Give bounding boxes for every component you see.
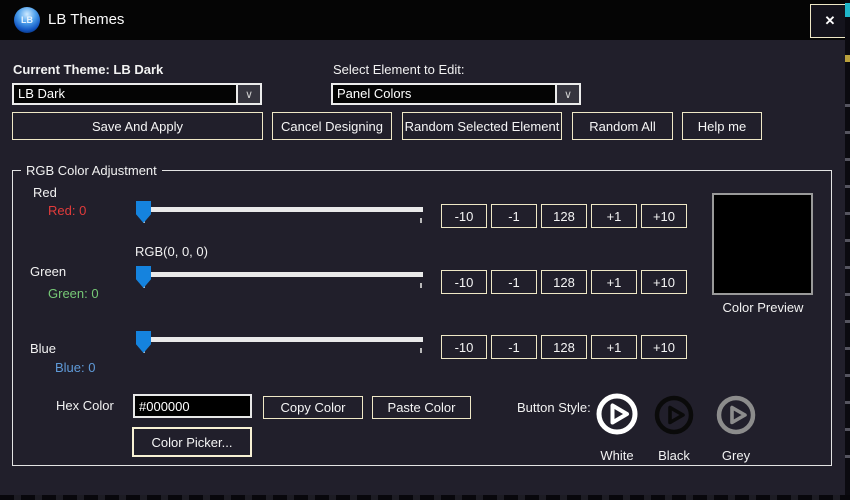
current-theme-label: Current Theme: LB Dark [13,62,164,77]
red-slider-thumb[interactable] [136,201,151,223]
help-me-button[interactable]: Help me [682,112,762,140]
red-slider[interactable] [136,201,426,229]
color-preview-swatch [712,193,813,295]
slider-tick [420,348,422,353]
play-circle-icon [596,393,638,435]
red-slider-track[interactable] [143,207,423,212]
element-dropdown-value: Panel Colors [337,86,412,101]
green-plus-1-button[interactable]: +1 [591,270,637,294]
white-style-play-button[interactable] [594,391,640,437]
play-circle-icon [716,395,756,435]
white-style-label: White [600,448,634,463]
red-step-buttons: -10 -1 128 +1 +10 [441,204,687,228]
blue-minus-1-button[interactable]: -1 [491,335,537,359]
blue-value-label: Blue: 0 [55,360,96,375]
red-minus-10-button[interactable]: -10 [441,204,487,228]
blue-step-buttons: -10 -1 128 +1 +10 [441,335,687,359]
select-element-label: Select Element to Edit: [333,62,465,77]
lb-themes-window: LB LB Themes ✕ Current Theme: LB Dark Se… [0,0,850,500]
screen-edge-artifact [845,0,850,500]
random-all-button[interactable]: Random All [572,112,673,140]
close-button[interactable]: ✕ [810,4,850,38]
green-minus-1-button[interactable]: -1 [491,270,537,294]
red-value-label: Red: 0 [48,203,87,218]
play-triangle-icon [610,403,629,425]
theme-dropdown[interactable]: LB Dark ∨ [12,83,262,105]
save-and-apply-button[interactable]: Save And Apply [12,112,263,140]
play-triangle-icon [668,405,685,425]
green-value-label: Green: 0 [48,286,99,301]
cancel-designing-button[interactable]: Cancel Designing [272,112,392,140]
red-plus-1-button[interactable]: +1 [591,204,637,228]
green-slider[interactable] [136,266,426,294]
slider-tick [420,218,422,223]
rgb-value-readout: RGB(0, 0, 0) [135,244,208,259]
green-slider-thumb[interactable] [136,266,151,288]
screen-edge-artifact [845,80,850,480]
screen-edge-artifact [0,495,850,500]
hex-color-label: Hex Color [56,398,114,413]
play-circle-icon [654,395,694,435]
red-set-128-button[interactable]: 128 [541,204,587,228]
slider-tick [420,283,422,288]
grey-style-play-button[interactable] [715,394,757,436]
play-triangle-icon [730,405,747,425]
rgb-group-title: RGB Color Adjustment [21,163,162,178]
hex-color-input[interactable] [133,394,252,418]
color-preview-label: Color Preview [722,300,804,315]
theme-dropdown-value: LB Dark [18,86,65,101]
element-dropdown[interactable]: Panel Colors ∨ [331,83,581,105]
app-logo-icon: LB [14,7,40,33]
blue-channel-label: Blue [30,341,57,356]
green-plus-10-button[interactable]: +10 [641,270,687,294]
green-step-buttons: -10 -1 128 +1 +10 [441,270,687,294]
close-icon: ✕ [824,13,836,28]
blue-minus-10-button[interactable]: -10 [441,335,487,359]
black-style-label: Black [658,448,690,463]
blue-set-128-button[interactable]: 128 [541,335,587,359]
green-set-128-button[interactable]: 128 [541,270,587,294]
chevron-down-icon[interactable]: ∨ [236,85,260,103]
copy-color-button[interactable]: Copy Color [263,396,363,419]
blue-plus-10-button[interactable]: +10 [641,335,687,359]
button-style-label: Button Style: [517,400,591,415]
app-logo-text: LB [21,15,33,25]
red-channel-label: Red [33,185,57,200]
chevron-down-icon[interactable]: ∨ [555,85,579,103]
blue-slider[interactable] [136,331,426,359]
black-style-play-button[interactable] [653,394,695,436]
green-slider-track[interactable] [143,272,423,277]
screen-edge-artifact [845,3,850,17]
blue-slider-thumb[interactable] [136,331,151,353]
paste-color-button[interactable]: Paste Color [372,396,471,419]
window-title: LB Themes [48,11,125,28]
random-selected-element-button[interactable]: Random Selected Element [402,112,562,140]
title-bar: LB LB Themes [0,0,850,40]
color-picker-button[interactable]: Color Picker... [132,427,252,457]
green-channel-label: Green [30,264,67,279]
blue-plus-1-button[interactable]: +1 [591,335,637,359]
red-minus-1-button[interactable]: -1 [491,204,537,228]
red-plus-10-button[interactable]: +10 [641,204,687,228]
blue-slider-track[interactable] [143,337,423,342]
grey-style-label: Grey [721,448,751,463]
green-minus-10-button[interactable]: -10 [441,270,487,294]
screen-edge-artifact [845,55,850,62]
